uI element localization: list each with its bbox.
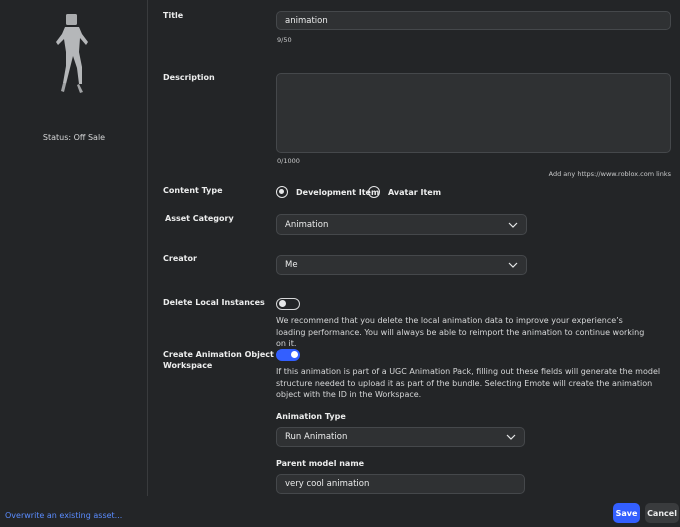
title-input-value: animation (285, 15, 328, 26)
description-textarea[interactable] (276, 73, 671, 153)
title-label: Title (163, 11, 184, 20)
create-object-label: Create Animation Object In Workspace (163, 349, 285, 371)
title-counter: 9/50 (277, 36, 292, 44)
description-hint: Add any https://www.roblox.com links (548, 170, 671, 178)
animation-type-value: Run Animation (285, 432, 348, 442)
asset-category-value: Animation (285, 219, 329, 230)
description-label: Description (163, 73, 215, 82)
toggle-knob (278, 300, 286, 307)
animation-type-select[interactable]: Run Animation (276, 427, 525, 447)
overwrite-asset-link[interactable]: Overwrite an existing asset... (5, 511, 122, 520)
radio-development-item[interactable] (276, 186, 288, 198)
delete-local-description: We recommend that you delete the local a… (276, 316, 645, 348)
asset-category-label: Asset Category (165, 214, 234, 223)
radio-development-item-label[interactable]: Development Item (296, 188, 379, 197)
status-text: Status: Off Sale (42, 133, 106, 142)
create-object-description: If this animation is part of a UGC Anima… (276, 367, 661, 399)
create-object-label-line1: Create Animation Object In (163, 350, 286, 359)
creator-value: Me (285, 260, 298, 270)
save-button[interactable]: Save (613, 503, 640, 523)
animation-type-label: Animation Type (276, 412, 346, 421)
sidebar: Status: Off Sale (0, 0, 148, 496)
create-object-toggle[interactable] (276, 349, 300, 361)
delete-local-toggle[interactable] (276, 298, 300, 310)
content-type-label: Content Type (163, 186, 223, 195)
delete-local-label: Delete Local Instances (163, 298, 265, 307)
title-input[interactable]: animation (276, 11, 671, 30)
chevron-down-icon (506, 434, 516, 440)
asset-category-select[interactable]: Animation (276, 214, 527, 235)
chevron-down-icon (508, 222, 518, 228)
radio-avatar-item-label[interactable]: Avatar Item (388, 188, 441, 197)
avatar-figure-icon (56, 14, 88, 93)
cancel-button[interactable]: Cancel (645, 503, 679, 523)
radio-avatar-item[interactable] (368, 186, 380, 198)
parent-model-input[interactable]: very cool animation (276, 474, 525, 494)
toggle-knob (290, 351, 298, 358)
creator-select[interactable]: Me (276, 255, 527, 275)
parent-model-value: very cool animation (285, 479, 370, 489)
chevron-down-icon (508, 262, 518, 268)
description-counter: 0/1000 (277, 157, 300, 165)
create-object-label-line2: Workspace (163, 361, 213, 370)
parent-model-label: Parent model name (276, 459, 365, 468)
creator-label: Creator (163, 254, 197, 263)
